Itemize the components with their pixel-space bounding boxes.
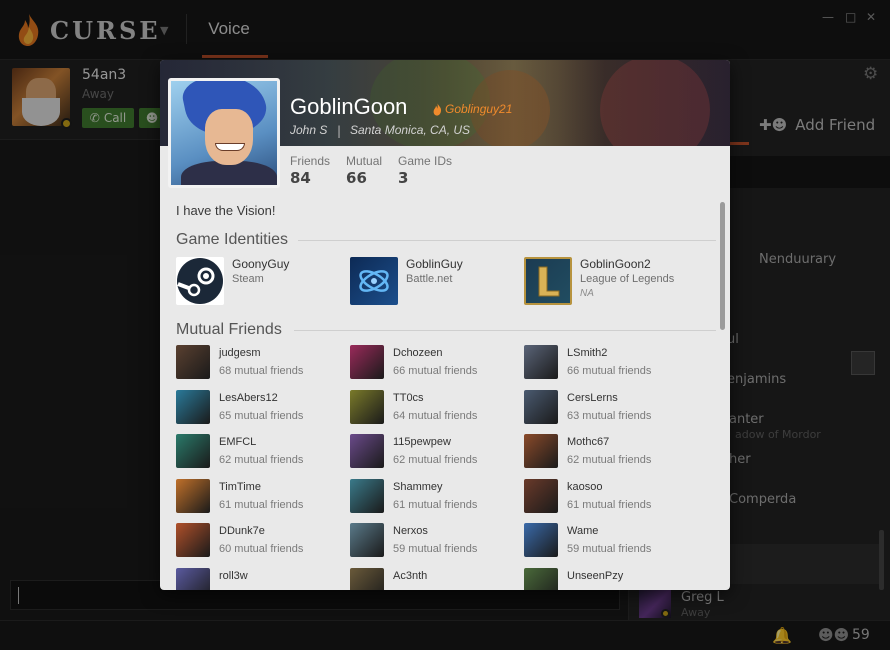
mutual-friend-count: 64 mutual friends xyxy=(393,410,478,422)
mutual-friend-name: Mothc67 xyxy=(567,436,610,448)
mutual-friend-item[interactable]: Ac3nth xyxy=(350,568,520,590)
mutual-friend-item[interactable]: 115pewpew 62 mutual friends xyxy=(350,434,520,470)
avatar xyxy=(524,479,558,513)
mutual-friend-name: Ac3nth xyxy=(393,570,428,582)
avatar xyxy=(176,523,210,557)
scrollbar[interactable] xyxy=(720,202,725,330)
avatar xyxy=(524,568,558,590)
mutual-friend-item[interactable]: LSmith2 66 mutual friends xyxy=(524,345,694,381)
mutual-friend-name: LSmith2 xyxy=(567,347,608,359)
avatar xyxy=(350,434,384,468)
mutual-friend-count: 59 mutual friends xyxy=(393,543,478,555)
avatar xyxy=(176,479,210,513)
mutual-friend-count: 62 mutual friends xyxy=(567,454,652,466)
profile-card: GoblinGoon Goblinguy21 John S | Santa Mo… xyxy=(160,60,730,590)
mutual-friend-item[interactable]: TimTime 61 mutual friends xyxy=(176,479,346,515)
mutual-friend-item[interactable]: Dchozeen 66 mutual friends xyxy=(350,345,520,381)
mutual-friend-item[interactable]: LesAbers12 65 mutual friends xyxy=(176,390,346,426)
avatar xyxy=(176,568,210,590)
mutual-friend-item[interactable]: Mothc67 62 mutual friends xyxy=(524,434,694,470)
curse-app-window: CURSE ▼ Voice — □ ✕ 54an3 Away ✆ Call ☻ … xyxy=(0,0,890,650)
avatar xyxy=(176,434,210,468)
mutual-friend-item[interactable]: roll3w xyxy=(176,568,346,590)
mutual-friend-name: TimTime xyxy=(219,481,261,493)
mutual-friend-item[interactable]: DDunk7e 60 mutual friends xyxy=(176,523,346,559)
avatar xyxy=(524,523,558,557)
mutual-friend-name: judgesm xyxy=(219,347,261,359)
mutual-friend-item[interactable]: Nerxos 59 mutual friends xyxy=(350,523,520,559)
mutual-friend-count: 61 mutual friends xyxy=(567,499,652,511)
mutual-friend-name: 115pewpew xyxy=(393,436,451,448)
mutual-friend-name: UnseenPzy xyxy=(567,570,624,582)
mutual-friend-item[interactable]: judgesm 68 mutual friends xyxy=(176,345,346,381)
mutual-friend-count: 68 mutual friends xyxy=(219,365,304,377)
mutual-friend-count: 63 mutual friends xyxy=(567,410,652,422)
mutual-friend-count: 62 mutual friends xyxy=(219,454,304,466)
mutual-friend-name: Dchozeen xyxy=(393,347,443,359)
avatar xyxy=(350,390,384,424)
mutual-friend-item[interactable]: kaosoo 61 mutual friends xyxy=(524,479,694,515)
mutual-friend-name: TT0cs xyxy=(393,392,424,404)
mutual-friend-name: Nerxos xyxy=(393,525,428,537)
mutual-friend-item[interactable]: TT0cs 64 mutual friends xyxy=(350,390,520,426)
mutual-friend-count: 59 mutual friends xyxy=(567,543,652,555)
avatar xyxy=(524,434,558,468)
mutual-friend-count: 62 mutual friends xyxy=(393,454,478,466)
avatar xyxy=(176,345,210,379)
mutual-friend-item[interactable]: CersLerns 63 mutual friends xyxy=(524,390,694,426)
mutual-friend-count: 66 mutual friends xyxy=(567,365,652,377)
mutual-friend-count: 65 mutual friends xyxy=(219,410,304,422)
avatar xyxy=(524,390,558,424)
avatar xyxy=(176,390,210,424)
mutual-friend-count: 61 mutual friends xyxy=(219,499,304,511)
mutual-friend-name: kaosoo xyxy=(567,481,603,493)
avatar xyxy=(350,345,384,379)
avatar xyxy=(350,523,384,557)
mutual-friend-item[interactable]: EMFCL 62 mutual friends xyxy=(176,434,346,470)
mutual-friend-count: 66 mutual friends xyxy=(393,365,478,377)
mutual-friend-name: EMFCL xyxy=(219,436,257,448)
mutual-friend-item[interactable]: Shammey 61 mutual friends xyxy=(350,479,520,515)
mutual-friend-name: LesAbers12 xyxy=(219,392,278,404)
mutual-friend-item[interactable]: UnseenPzy xyxy=(524,568,694,590)
mutual-friend-name: DDunk7e xyxy=(219,525,265,537)
mutual-friend-item[interactable]: Wame 59 mutual friends xyxy=(524,523,694,559)
mutual-friend-name: roll3w xyxy=(219,570,248,582)
mutual-friend-name: Wame xyxy=(567,525,599,537)
avatar xyxy=(524,345,558,379)
avatar xyxy=(350,479,384,513)
mutual-friend-name: Shammey xyxy=(393,481,443,493)
mutual-friend-count: 60 mutual friends xyxy=(219,543,304,555)
avatar xyxy=(350,568,384,590)
mutual-friend-count: 61 mutual friends xyxy=(393,499,478,511)
mutual-friend-name: CersLerns xyxy=(567,392,618,404)
